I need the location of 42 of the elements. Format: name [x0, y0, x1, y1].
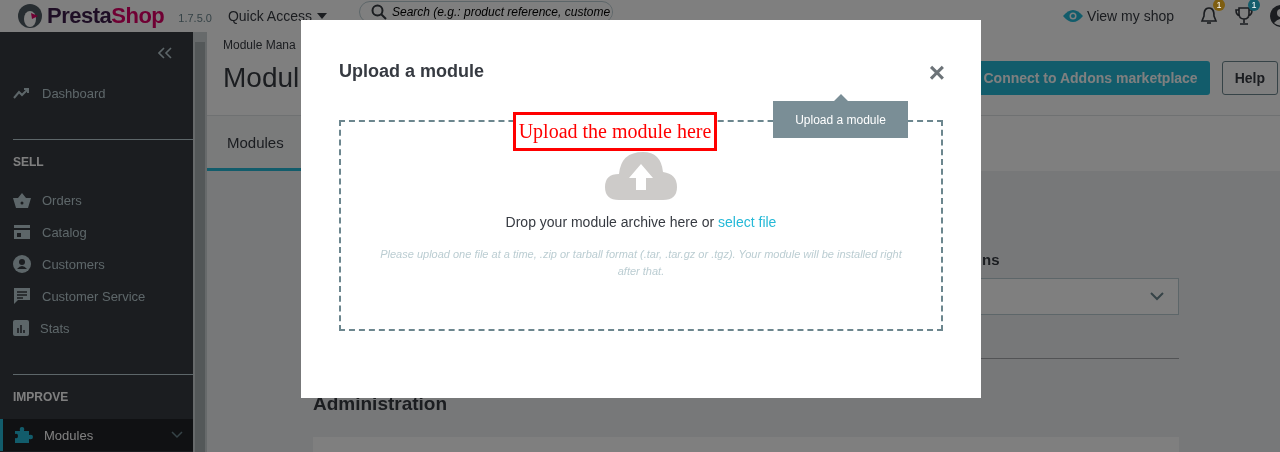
close-button[interactable]: × [928, 58, 945, 88]
basket-icon [13, 192, 31, 208]
help-button[interactable]: Help [1221, 61, 1278, 95]
user-icon [13, 255, 31, 273]
scrollbar[interactable] [193, 32, 207, 452]
collapse-icon[interactable] [158, 47, 172, 59]
section-heading: SELL [12, 154, 45, 171]
sidebar-item[interactable]: Stats [0, 312, 193, 344]
notification-badge: 1 [1248, 0, 1260, 11]
notification-badge: 1 [1213, 0, 1225, 11]
select-file-link[interactable]: select file [718, 214, 777, 230]
annotation-label: Upload the module here [513, 112, 717, 151]
trophy-icon[interactable] [1235, 6, 1253, 26]
version-label: 1.7.5.0 [178, 11, 212, 24]
search-icon [370, 4, 387, 20]
section-title: Administration [313, 393, 449, 415]
chart-icon [13, 320, 29, 336]
upload-cloud-icon [605, 152, 677, 200]
view-shop-link[interactable]: View my shop [1063, 8, 1174, 24]
logo-icon [18, 4, 42, 28]
upload-hint: Please upload one file at a time, .zip or tarball format (.tar, .tar.gz or .tgz). Your module will be installed right after that. [379, 247, 903, 279]
eye-icon [1063, 9, 1084, 23]
sidebar-item[interactable]: Orders [0, 184, 193, 216]
tab[interactable]: Modules [207, 116, 304, 171]
section-heading: IMPROVE [12, 389, 70, 406]
sidebar-item[interactable]: Dashboard [0, 77, 193, 109]
trend-icon [13, 86, 31, 100]
filter-label: ns [981, 251, 1001, 270]
puzzle-icon [13, 426, 33, 444]
drop-instruction: Drop your module archive here or select file [505, 214, 777, 230]
tooltip: Upload a module [773, 94, 908, 138]
sidebar-item[interactable]: Customer Service [0, 280, 193, 312]
sidebar-item[interactable]: Catalog [0, 216, 193, 248]
store-icon [13, 224, 31, 240]
dialog-title: Upload a module [339, 61, 484, 82]
sidebar-item[interactable]: Customers [0, 248, 193, 280]
sidebar-item[interactable]: Modules [0, 419, 193, 451]
chevron-icon [1150, 292, 1164, 301]
chat-icon [13, 287, 31, 305]
page-title: Modul [223, 62, 300, 94]
bell-icon[interactable] [1200, 6, 1218, 26]
logo-text: PrestaShop [47, 3, 165, 29]
